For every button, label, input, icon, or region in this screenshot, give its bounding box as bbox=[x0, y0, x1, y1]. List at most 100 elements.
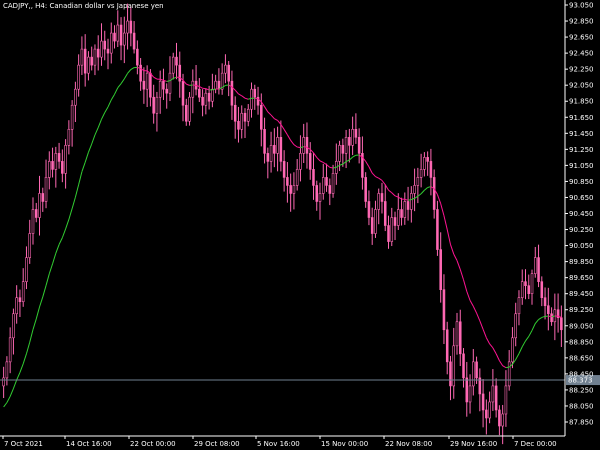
candle-body bbox=[400, 209, 403, 218]
ma-segment bbox=[505, 366, 510, 369]
candle-body bbox=[472, 361, 475, 387]
candle-body bbox=[390, 217, 394, 242]
ma-segment bbox=[391, 192, 396, 197]
ma-segment bbox=[270, 114, 275, 120]
candle-body bbox=[321, 177, 325, 194]
candle-body bbox=[507, 361, 511, 387]
ma-segment bbox=[12, 379, 18, 389]
ma-segment bbox=[446, 229, 451, 245]
ma-segment bbox=[87, 143, 93, 153]
candle-body bbox=[132, 32, 136, 50]
candle-body bbox=[543, 297, 547, 307]
candle-body bbox=[328, 185, 332, 194]
candle-body bbox=[109, 32, 113, 54]
candle-body bbox=[15, 297, 18, 315]
ma-segment bbox=[290, 140, 295, 145]
candle-body bbox=[260, 104, 263, 130]
x-tick-label: 14 Oct 16:00 bbox=[66, 440, 112, 448]
candle-body bbox=[560, 317, 563, 331]
ma-segment bbox=[6, 396, 11, 403]
candle-body bbox=[198, 88, 201, 98]
candle-body bbox=[171, 56, 175, 74]
ma-segment bbox=[368, 166, 373, 174]
y-tick-label: 90.050 bbox=[569, 242, 594, 250]
ma-segment bbox=[316, 157, 321, 162]
y-tick-label: 92.050 bbox=[569, 82, 594, 90]
ma-segment bbox=[459, 269, 464, 280]
candle-body bbox=[406, 201, 410, 210]
y-tick-label: 89.650 bbox=[569, 274, 594, 282]
candle-body bbox=[96, 48, 100, 58]
candle-body bbox=[357, 137, 361, 154]
candle-body bbox=[436, 209, 439, 250]
candle-body bbox=[383, 201, 387, 226]
candle-body bbox=[18, 297, 22, 303]
ma-segment bbox=[329, 166, 334, 169]
ma-segment bbox=[68, 208, 73, 220]
candle-body bbox=[540, 281, 544, 299]
candle-body bbox=[162, 80, 165, 90]
candle-body bbox=[119, 24, 123, 46]
candle-body bbox=[364, 177, 367, 202]
ma-segment bbox=[117, 83, 122, 89]
candle-body bbox=[136, 48, 139, 66]
candle-body bbox=[80, 48, 84, 66]
candle-body bbox=[263, 128, 266, 154]
ma-segment bbox=[521, 340, 526, 347]
ma-segment bbox=[489, 343, 494, 349]
candle-body bbox=[276, 137, 279, 154]
candle-body bbox=[77, 64, 80, 90]
ma-segment bbox=[548, 315, 552, 318]
ma-segment bbox=[388, 189, 393, 194]
x-tick-label: 7 Dec 00:00 bbox=[514, 440, 557, 448]
candle-body bbox=[527, 285, 531, 294]
ma-segment bbox=[244, 97, 249, 100]
ma-segment bbox=[440, 203, 445, 216]
y-tick-label: 91.850 bbox=[569, 98, 594, 106]
ma-segment bbox=[241, 95, 246, 99]
ma-segment bbox=[450, 244, 455, 255]
candle-body bbox=[305, 137, 309, 154]
candle-body bbox=[51, 161, 54, 170]
candle-body bbox=[481, 393, 485, 411]
ma-segment bbox=[107, 99, 112, 108]
candle-body bbox=[57, 153, 61, 162]
candle-body bbox=[139, 64, 142, 82]
candle-body bbox=[498, 409, 501, 427]
ma-segment bbox=[407, 199, 412, 201]
candle-body bbox=[348, 137, 351, 146]
candle-body bbox=[416, 177, 420, 186]
candle-body bbox=[449, 361, 452, 387]
y-tick-label: 88.850 bbox=[569, 338, 594, 346]
candle-body bbox=[8, 337, 12, 363]
x-tick-label: 22 Nov 08:00 bbox=[385, 440, 432, 448]
candle-body bbox=[41, 193, 45, 202]
ma-segment bbox=[332, 166, 337, 169]
ma-segment bbox=[16, 372, 21, 381]
candle-body bbox=[113, 32, 116, 42]
candle-body bbox=[423, 157, 426, 170]
ma-segment bbox=[283, 129, 288, 136]
ma-segment bbox=[443, 215, 448, 230]
candle-body bbox=[367, 201, 371, 218]
ma-segment bbox=[61, 228, 67, 238]
y-tick-label: 92.450 bbox=[569, 50, 594, 58]
ma-segment bbox=[114, 87, 119, 95]
candle-body bbox=[168, 72, 172, 94]
ma-segment bbox=[267, 111, 272, 116]
y-tick-label: 89.850 bbox=[569, 258, 594, 266]
y-tick-label: 91.650 bbox=[569, 114, 594, 122]
candle-body bbox=[494, 385, 498, 411]
y-tick-label: 92.250 bbox=[569, 66, 594, 74]
candle-body bbox=[83, 48, 87, 74]
ma-segment bbox=[453, 253, 458, 261]
candle-body bbox=[188, 96, 191, 122]
ma-segment bbox=[45, 273, 50, 286]
ma-segment bbox=[78, 171, 83, 185]
candle-body bbox=[266, 153, 270, 162]
candle-body bbox=[165, 88, 168, 94]
ma-segment bbox=[94, 127, 99, 136]
y-axis-ticks: 93.050 92.850 92.650 92.450 92.250 92.050 91.8… bbox=[565, 2, 594, 427]
candle-body bbox=[351, 128, 354, 146]
ma-segment bbox=[502, 365, 507, 369]
